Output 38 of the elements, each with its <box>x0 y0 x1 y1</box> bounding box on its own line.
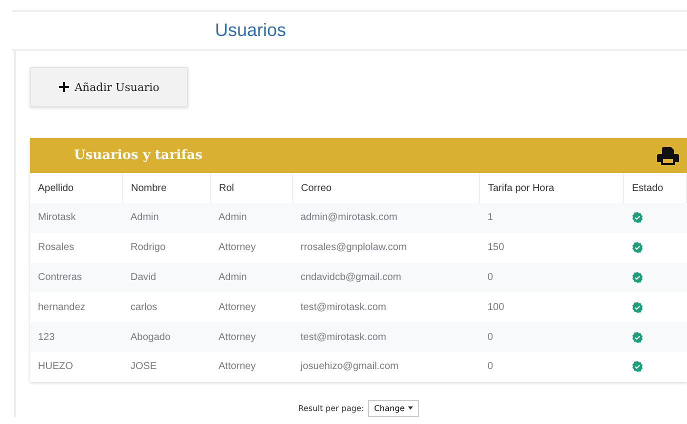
table-cell: Admin <box>122 203 210 233</box>
change-dropdown[interactable]: Change <box>368 400 419 417</box>
table-cell: 0 <box>480 262 624 292</box>
table-cell: admin@mirotask.com <box>292 203 480 233</box>
table-cell: 0 <box>480 352 624 382</box>
table-cell: test@mirotask.com <box>292 322 480 352</box>
table-cell: Mirotask <box>30 203 122 233</box>
table-cell: 123 <box>30 322 122 352</box>
table-cell: Attorney <box>210 352 292 382</box>
panel-title: Usuarios y tarifas <box>74 148 202 163</box>
table-cell: Rodrigo <box>122 232 210 263</box>
table-cell: Admin <box>210 203 292 233</box>
table-cell: carlos <box>122 292 210 322</box>
table-cell: hernandez <box>30 292 122 322</box>
table-cell: Attorney <box>210 322 292 352</box>
table-cell: Contreras <box>30 262 122 292</box>
caret-icon <box>408 406 413 410</box>
table-cell: cndavidcb@gmail.com <box>292 262 480 292</box>
page-title: Usuarios <box>215 20 286 41</box>
table-cell: 1 <box>480 203 624 233</box>
table-cell: josuehizo@gmail.com <box>292 352 480 382</box>
table-cell: rrosales@gnplolaw.com <box>292 232 480 263</box>
table-cell: Attorney <box>210 232 292 263</box>
table-cell: David <box>122 262 210 292</box>
table-cell: 100 <box>480 292 624 322</box>
table-cell: test@mirotask.com <box>292 292 480 322</box>
table-cell: Attorney <box>210 292 292 322</box>
table-cell: Abogado <box>122 322 210 352</box>
results-per-page-label: Result per page: <box>298 404 364 413</box>
table-cell: 0 <box>480 322 624 352</box>
add-user-button[interactable]: Añadir Usuario <box>30 67 188 107</box>
plus-icon <box>58 82 69 92</box>
table-cell: JOSE <box>122 352 210 382</box>
table-cell: Admin <box>210 262 292 292</box>
table-cell: 150 <box>480 232 624 263</box>
table-cell: Rosales <box>30 232 122 263</box>
print-icon[interactable] <box>657 146 679 164</box>
table-cell: HUEZO <box>30 352 122 382</box>
